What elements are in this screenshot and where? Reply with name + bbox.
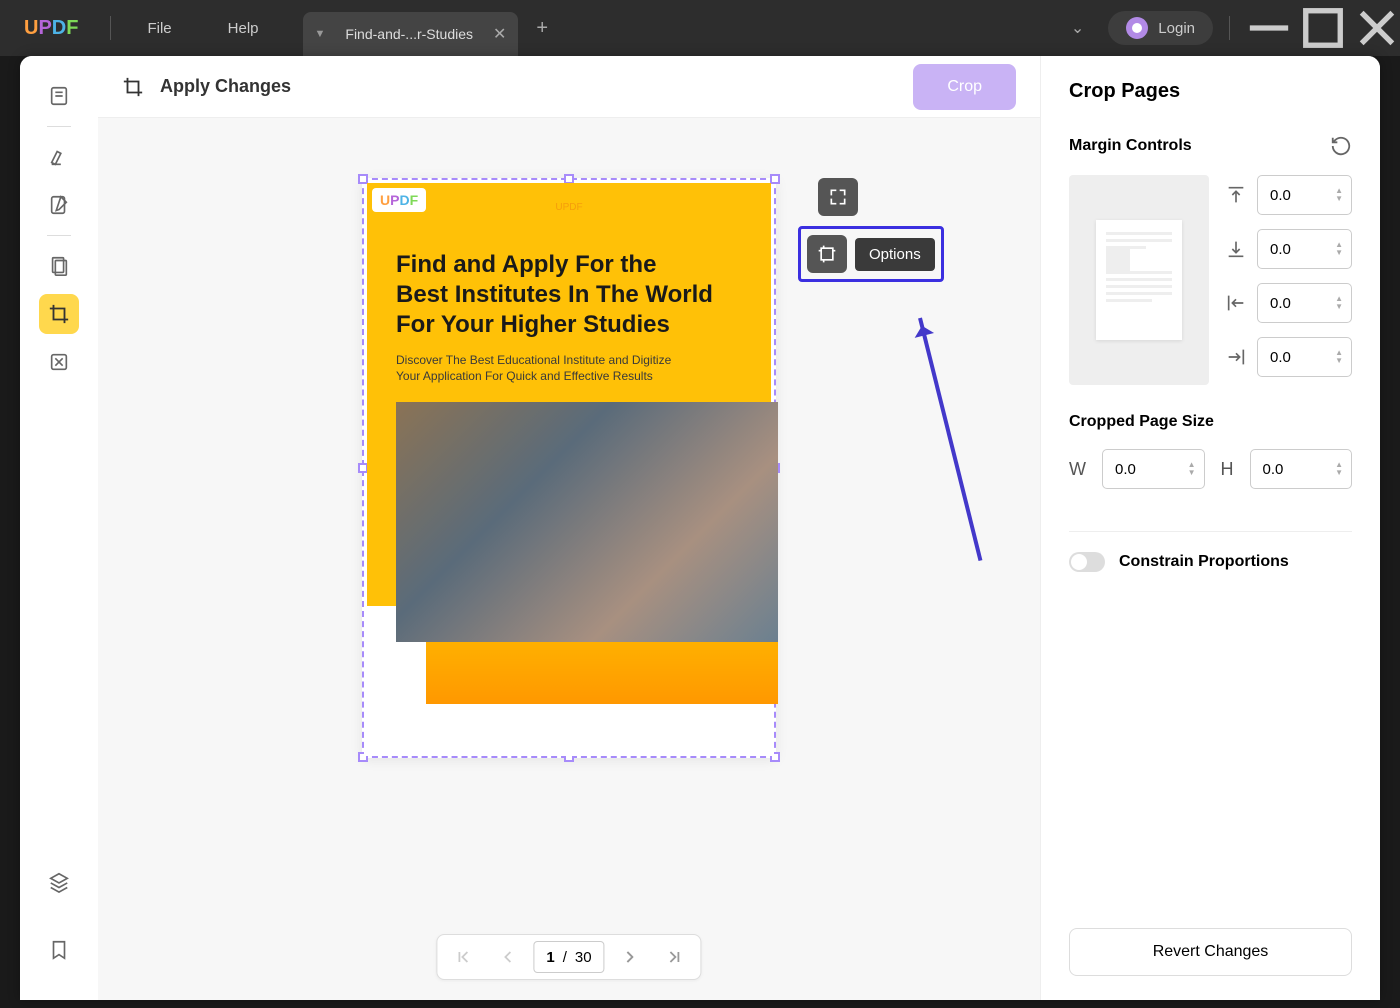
- login-label: Login: [1158, 20, 1195, 37]
- doc-title: Find and Apply For the Best Institutes I…: [396, 250, 714, 340]
- divider: [1069, 531, 1352, 532]
- annotation-arrow: [918, 318, 982, 562]
- reader-tool[interactable]: [39, 76, 79, 116]
- crop-tool[interactable]: [39, 294, 79, 334]
- margin-left-icon: [1225, 292, 1247, 314]
- document-crop-frame[interactable]: UPDF UPDF Find and Apply For the Best In…: [362, 178, 776, 758]
- page-indicator[interactable]: 1 / 30: [533, 941, 604, 973]
- layers-icon[interactable]: [39, 862, 79, 902]
- margin-controls-label: Margin Controls: [1069, 137, 1192, 155]
- help-menu[interactable]: Help: [200, 20, 287, 37]
- margin-right-input[interactable]: ▲▼: [1257, 337, 1352, 377]
- minimize-button[interactable]: [1246, 5, 1292, 51]
- revert-button[interactable]: Revert Changes: [1069, 928, 1352, 976]
- new-tab-button[interactable]: +: [536, 17, 548, 40]
- separator: [47, 126, 71, 127]
- left-sidebar: [20, 56, 98, 1000]
- document-tab[interactable]: ▼ Find-and-...r-Studies ✕: [303, 12, 519, 56]
- watermark-tool[interactable]: [39, 342, 79, 382]
- edit-tool[interactable]: [39, 185, 79, 225]
- doc-brand-text: UPDF: [555, 202, 582, 213]
- organize-tool[interactable]: [39, 246, 79, 286]
- options-button[interactable]: [807, 235, 847, 273]
- crop-panel: Crop Pages Margin Controls ▲▼ ▲▼ ▲: [1040, 56, 1380, 1000]
- doc-logo: UPDF: [372, 188, 426, 212]
- crop-toolbar: Apply Changes Crop: [98, 56, 1040, 118]
- height-input[interactable]: ▲▼: [1250, 449, 1353, 489]
- last-page-button[interactable]: [653, 935, 697, 979]
- center-area: Apply Changes Crop UPDF UPDF Find and Ap…: [98, 56, 1040, 1000]
- divider: [1229, 16, 1230, 40]
- cropped-size-label: Cropped Page Size: [1069, 413, 1352, 431]
- file-menu[interactable]: File: [119, 20, 199, 37]
- prev-page-button[interactable]: [485, 935, 529, 979]
- page-sep: /: [563, 949, 567, 966]
- titlebar: UPDF File Help ▼ Find-and-...r-Studies ✕…: [0, 0, 1400, 56]
- tab-close-icon[interactable]: ✕: [493, 24, 506, 44]
- reset-margins-icon[interactable]: [1330, 135, 1352, 157]
- fullscreen-button[interactable]: [818, 178, 858, 216]
- crop-handle[interactable]: [770, 174, 780, 184]
- login-button[interactable]: Login: [1108, 11, 1213, 45]
- close-button[interactable]: [1354, 5, 1400, 51]
- margin-top-input[interactable]: ▲▼: [1257, 175, 1352, 215]
- height-label: H: [1221, 459, 1234, 480]
- avatar-icon: [1126, 17, 1148, 39]
- separator: [47, 235, 71, 236]
- bookmark-icon[interactable]: [39, 930, 79, 970]
- main-area: Apply Changes Crop UPDF UPDF Find and Ap…: [20, 56, 1380, 1000]
- width-label: W: [1069, 459, 1086, 480]
- margin-bottom-icon: [1225, 238, 1247, 260]
- doc-photo: [396, 402, 778, 642]
- margin-bottom-input[interactable]: ▲▼: [1257, 229, 1352, 269]
- crop-icon: [122, 76, 144, 98]
- tab-title: Find-and-...r-Studies: [337, 26, 481, 42]
- options-callout: Options: [798, 226, 944, 282]
- margin-preview: [1069, 175, 1209, 385]
- first-page-button[interactable]: [441, 935, 485, 979]
- crop-button[interactable]: Crop: [913, 64, 1016, 110]
- panel-title: Crop Pages: [1069, 80, 1352, 103]
- constrain-toggle[interactable]: [1069, 552, 1105, 572]
- doc-subtitle: Discover The Best Educational Institute …: [396, 352, 694, 384]
- page-navigator: 1 / 30: [436, 934, 701, 980]
- constrain-label: Constrain Proportions: [1119, 553, 1289, 571]
- highlight-tool[interactable]: [39, 137, 79, 177]
- tab-dropdown-icon[interactable]: ▼: [315, 28, 326, 40]
- divider: [110, 16, 111, 40]
- margin-top-icon: [1225, 184, 1247, 206]
- doc-accent-bar: [426, 634, 778, 704]
- document-canvas[interactable]: UPDF UPDF Find and Apply For the Best In…: [98, 118, 1040, 1000]
- margin-left-input[interactable]: ▲▼: [1257, 283, 1352, 323]
- margin-right-icon: [1225, 346, 1247, 368]
- app-logo: UPDF: [0, 17, 102, 40]
- toolbar-title: Apply Changes: [160, 76, 291, 97]
- next-page-button[interactable]: [609, 935, 653, 979]
- chevron-down-icon[interactable]: ⌄: [1055, 18, 1100, 38]
- current-page: 1: [546, 949, 554, 966]
- total-pages: 30: [575, 949, 592, 966]
- width-input[interactable]: ▲▼: [1102, 449, 1205, 489]
- maximize-button[interactable]: [1300, 5, 1346, 51]
- options-tooltip: Options: [855, 238, 935, 271]
